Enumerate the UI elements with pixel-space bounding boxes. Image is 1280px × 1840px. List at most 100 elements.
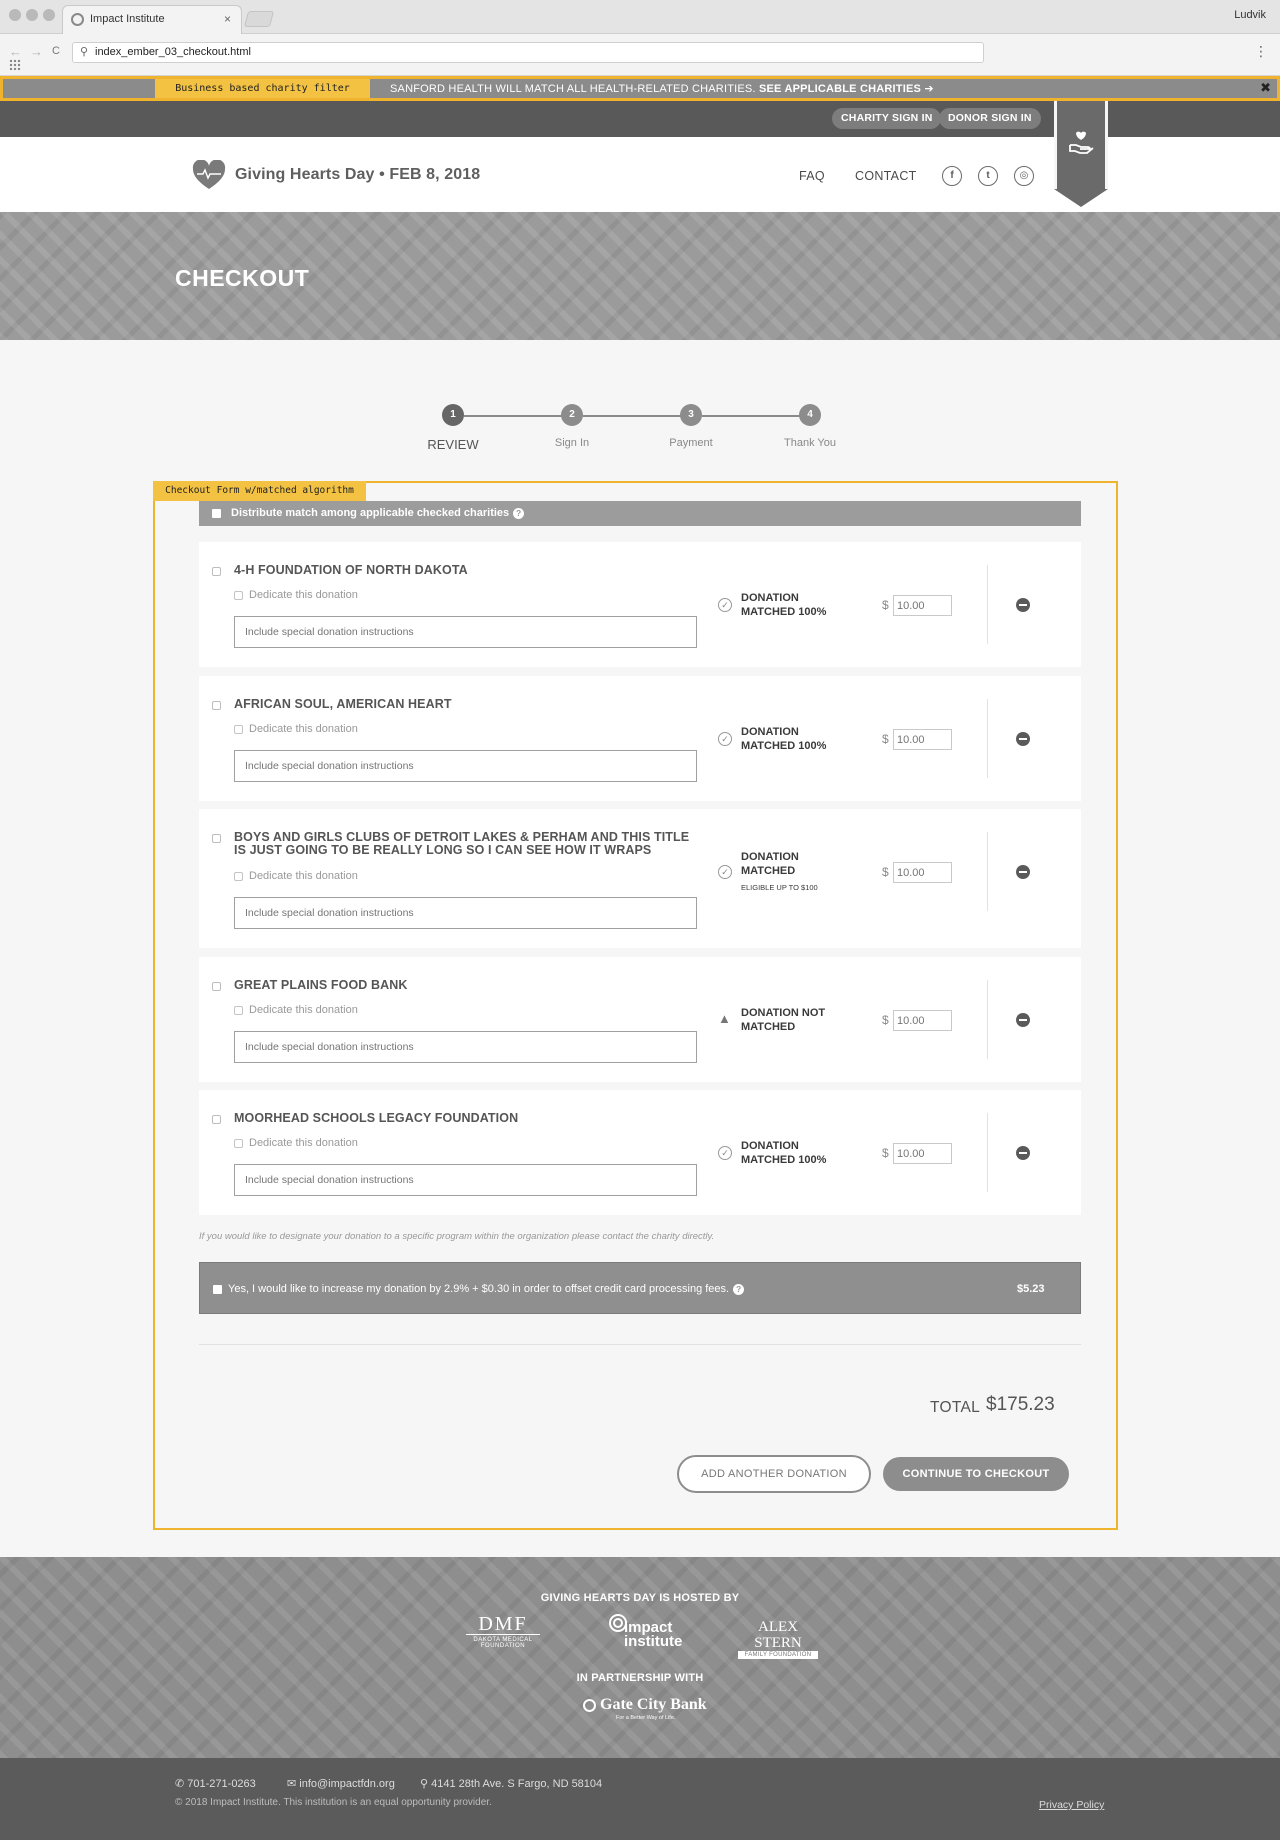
charity-name[interactable]: BOYS AND GIRLS CLUBS OF DETROIT LAKES & …: [234, 831, 704, 857]
donation-select-checkbox[interactable]: [212, 567, 221, 576]
card-divider: [987, 699, 988, 778]
donation-amount-input[interactable]: [893, 862, 952, 883]
step-3-number: 3: [680, 404, 702, 426]
special-instructions-input[interactable]: [234, 750, 697, 782]
program-designation-note: If you would like to designate your dona…: [199, 1231, 715, 1242]
step-connector: [702, 415, 802, 417]
step-3-label: Payment: [669, 437, 713, 449]
heart-logo-icon[interactable]: [192, 160, 226, 190]
window-minimize-control[interactable]: [26, 9, 38, 21]
donation-amount-input[interactable]: [893, 1010, 952, 1031]
instagram-icon[interactable]: ◎: [1014, 166, 1034, 186]
special-instructions-input[interactable]: [234, 1031, 697, 1063]
new-tab-button[interactable]: [243, 11, 275, 27]
donation-select-checkbox[interactable]: [212, 834, 221, 843]
warning-icon: ▲: [718, 1011, 731, 1026]
processing-fee-checkbox[interactable]: [213, 1285, 222, 1294]
hosted-by-heading: GIVING HEARTS DAY IS HOSTED BY: [540, 1592, 740, 1604]
remove-donation-icon[interactable]: [1016, 598, 1030, 612]
browser-profile-name[interactable]: Ludvik: [1234, 9, 1266, 21]
window-close-control[interactable]: [9, 9, 21, 21]
donation-amount-input[interactable]: [893, 1143, 952, 1164]
close-icon[interactable]: ✖: [1260, 80, 1271, 96]
charity-sign-in-button[interactable]: CHARITY SIGN IN: [832, 108, 942, 129]
dedicate-checkbox[interactable]: [234, 872, 243, 881]
remove-donation-icon[interactable]: [1016, 865, 1030, 879]
remove-donation-icon[interactable]: [1016, 1146, 1030, 1160]
donation-select-checkbox[interactable]: [212, 701, 221, 710]
dakota-medical-foundation-logo[interactable]: DMF DAKOTA MEDICAL FOUNDATION: [466, 1614, 540, 1649]
see-applicable-charities-link[interactable]: SEE APPLICABLE CHARITIES: [759, 83, 921, 95]
help-icon[interactable]: ?: [513, 508, 525, 519]
email-contact[interactable]: ✉ info@impactfdn.org: [287, 1777, 395, 1790]
filter-message: SANFORD HEALTH WILL MATCH ALL HEALTH-REL…: [390, 82, 934, 95]
tab-close-icon[interactable]: ×: [224, 12, 231, 26]
dedicate-checkbox[interactable]: [234, 591, 243, 600]
card-divider: [987, 565, 988, 644]
continue-to-checkout-button[interactable]: CONTINUE TO CHECKOUT: [883, 1457, 1069, 1491]
dedicate-checkbox[interactable]: [234, 725, 243, 734]
browser-menu-icon[interactable]: ⋮: [1254, 43, 1268, 60]
dedicate-label: Dedicate this donation: [249, 723, 358, 735]
window-zoom-control[interactable]: [43, 9, 55, 21]
page-hero: CHECKOUT: [0, 212, 1280, 340]
dedicate-label: Dedicate this donation: [249, 589, 358, 601]
donation-select-checkbox[interactable]: [212, 982, 221, 991]
forward-arrow-icon[interactable]: →: [30, 44, 43, 59]
dedicate-checkbox[interactable]: [234, 1139, 243, 1148]
charity-name[interactable]: GREAT PLAINS FOOD BANK: [234, 979, 704, 992]
match-status-line1: DONATION NOT: [741, 1007, 826, 1019]
match-status-line2: MATCHED 100%: [741, 1154, 827, 1166]
charity-filter-banner: Business based charity filter SANFORD HE…: [0, 76, 1280, 101]
address-bar[interactable]: ⚲ index_ember_03_checkout.html: [72, 42, 984, 63]
step-4-label: Thank You: [784, 437, 836, 449]
card-divider: [987, 1113, 988, 1192]
donor-sign-in-button[interactable]: DONOR SIGN IN: [939, 108, 1041, 129]
alex-stern-foundation-logo[interactable]: ALEX STERN FAMILY FOUNDATION: [738, 1619, 818, 1659]
special-instructions-input[interactable]: [234, 1164, 697, 1196]
phone-contact[interactable]: ✆ 701-271-0263: [175, 1777, 256, 1790]
facebook-icon[interactable]: f: [942, 166, 962, 186]
charity-name[interactable]: MOORHEAD SCHOOLS LEGACY FOUNDATION: [234, 1112, 704, 1125]
site-favicon-icon: [71, 13, 84, 26]
back-arrow-icon[interactable]: ←: [9, 44, 22, 59]
distribute-match-checkbox[interactable]: [212, 509, 221, 518]
footer-bottom-bar: ✆ 701-271-0263 ✉ info@impactfdn.org ⚲ 41…: [0, 1758, 1280, 1840]
site-footer: GIVING HEARTS DAY IS HOSTED BY DMF DAKOT…: [0, 1557, 1280, 1758]
donation-amount-input[interactable]: [893, 595, 952, 616]
apps-grid-icon[interactable]: [9, 59, 21, 71]
dmf-logo-name: DAKOTA MEDICAL FOUNDATION: [466, 1634, 540, 1649]
dedicate-checkbox[interactable]: [234, 1006, 243, 1015]
donation-amount-input[interactable]: [893, 729, 952, 750]
match-status-line1: DONATION: [741, 851, 799, 863]
reload-icon[interactable]: C: [52, 45, 60, 57]
phone-icon: ✆: [175, 1778, 185, 1790]
donation-cart-ribbon[interactable]: [1054, 101, 1108, 207]
special-instructions-input[interactable]: [234, 897, 697, 929]
browser-tab[interactable]: Impact Institute ×: [62, 5, 242, 34]
impact-logo-name: impact institute: [624, 1619, 683, 1650]
nav-contact[interactable]: CONTACT: [855, 169, 917, 183]
gate-city-bank-name: Gate City Bank: [600, 1696, 707, 1713]
check-circle-icon: ✓: [718, 865, 732, 879]
remove-donation-icon[interactable]: [1016, 1013, 1030, 1027]
charity-name[interactable]: 4-H FOUNDATION OF NORTH DAKOTA: [234, 564, 704, 577]
special-instructions-input[interactable]: [234, 616, 697, 648]
card-divider: [987, 980, 988, 1059]
privacy-policy-link[interactable]: Privacy Policy: [1039, 1799, 1104, 1811]
distribute-match-label: Distribute match among applicable checke…: [231, 507, 525, 519]
step-2-label: Sign In: [554, 437, 590, 449]
currency-symbol: $: [882, 732, 889, 746]
browser-toolbar: ← → C ⚲ index_ember_03_checkout.html ⋮: [0, 34, 1280, 76]
nav-faq[interactable]: FAQ: [799, 169, 825, 183]
charity-name[interactable]: AFRICAN SOUL, AMERICAN HEART: [234, 698, 704, 711]
remove-donation-icon[interactable]: [1016, 732, 1030, 746]
dedicate-label: Dedicate this donation: [249, 1137, 358, 1149]
donation-select-checkbox[interactable]: [212, 1115, 221, 1124]
help-icon[interactable]: ?: [733, 1284, 745, 1295]
site-logo-text[interactable]: Giving Hearts Day • FEB 8, 2018: [235, 166, 480, 184]
twitter-icon[interactable]: t: [978, 166, 998, 186]
alex-stern-name: ALEX STERN: [754, 1619, 802, 1651]
match-status: DONATION MATCHED: [741, 850, 851, 878]
add-another-donation-button[interactable]: ADD ANOTHER DONATION: [677, 1455, 871, 1493]
